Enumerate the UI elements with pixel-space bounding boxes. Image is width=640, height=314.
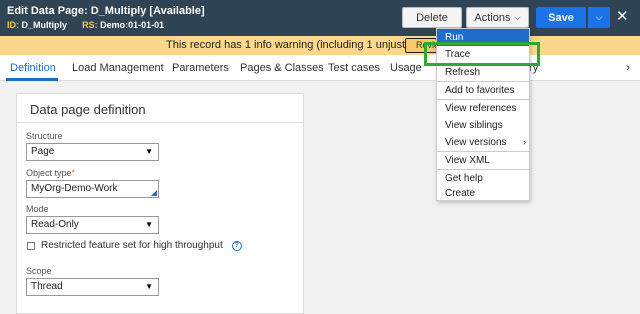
actions-button[interactable]: Actions ⌵ — [466, 7, 529, 28]
warning-text: This record has 1 info warning (includin… — [166, 39, 429, 51]
chevron-right-icon[interactable]: › — [626, 60, 630, 74]
structure-label: Structure — [26, 131, 63, 141]
record-subtitle: ID: D_Multiply RS: Demo:01-01-01 — [7, 20, 164, 30]
object-type-label: Object type* — [26, 168, 75, 178]
required-marker: * — [71, 168, 76, 178]
divider — [17, 122, 303, 123]
structure-value: Page — [31, 146, 55, 157]
actions-label: Actions — [474, 11, 511, 24]
structure-select[interactable]: Page ▼ — [26, 143, 159, 161]
active-tab-indicator — [6, 78, 58, 81]
tab-definition[interactable]: Definition — [10, 62, 56, 74]
restricted-feature-row: Restricted feature set for high throughp… — [27, 240, 242, 251]
dropdown-arrow-icon: ▼ — [145, 147, 153, 156]
rs-value: Demo:01-01-01 — [100, 20, 165, 30]
tab-pages-classes[interactable]: Pages & Classes — [240, 62, 324, 74]
trace-highlight-box — [424, 42, 540, 66]
rs-label: RS: — [82, 20, 98, 30]
data-page-definition-panel: Data page definition Structure Page ▼ Ob… — [16, 93, 304, 314]
warning-banner: This record has 1 info warning (includin… — [0, 36, 640, 55]
menu-item-view-versions[interactable]: View versions › — [437, 134, 529, 151]
restricted-feature-label: Restricted feature set for high throughp… — [41, 240, 223, 251]
tab-usage[interactable]: Usage — [390, 62, 422, 74]
tab-bar: Definition Load Management Parameters Pa… — [0, 55, 640, 81]
tab-test-cases[interactable]: Test cases — [328, 62, 380, 74]
menu-item-view-xml[interactable]: View XML — [437, 152, 529, 169]
menu-item-create[interactable]: Create — [437, 185, 529, 202]
chevron-right-icon: › — [523, 137, 526, 147]
scope-label: Scope — [26, 266, 52, 276]
id-label: ID: — [7, 20, 19, 30]
mode-select[interactable]: Read-Only ▼ — [26, 216, 159, 234]
dropdown-arrow-icon: ▼ — [145, 220, 153, 229]
panel-title: Data page definition — [30, 102, 146, 117]
menu-item-view-references[interactable]: View references — [437, 100, 529, 117]
chevron-down-icon: ⌵ — [514, 12, 521, 22]
tab-load-management[interactable]: Load Management — [72, 62, 164, 74]
tab-parameters[interactable]: Parameters — [172, 62, 229, 74]
page-title: Edit Data Page: D_Multiply [Available] — [7, 5, 205, 17]
help-icon[interactable]: ? — [231, 240, 242, 251]
menu-item-add-to-favorites[interactable]: Add to favorites — [437, 82, 529, 99]
object-type-label-text: Object type — [26, 168, 72, 178]
autocomplete-corner-icon — [151, 190, 157, 196]
menu-item-view-siblings[interactable]: View siblings — [437, 117, 529, 134]
close-icon[interactable]: ✕ — [616, 8, 629, 26]
scope-select[interactable]: Thread ▼ — [26, 278, 159, 296]
mode-label: Mode — [26, 204, 49, 214]
save-options-button[interactable]: ⌵ — [588, 7, 610, 28]
scope-value: Thread — [31, 281, 63, 292]
view-versions-label: View versions — [445, 137, 507, 148]
object-type-value: MyOrg-Demo-Work — [31, 183, 118, 194]
mode-value: Read-Only — [31, 219, 79, 230]
chevron-down-icon: ⌵ — [595, 12, 603, 22]
header-bar: Edit Data Page: D_Multiply [Available] I… — [0, 0, 640, 36]
save-button[interactable]: Save — [536, 7, 586, 28]
restricted-feature-checkbox[interactable] — [27, 241, 35, 250]
dropdown-arrow-icon: ▼ — [145, 282, 153, 291]
menu-item-refresh[interactable]: Refresh — [437, 64, 529, 81]
delete-button[interactable]: Delete — [402, 7, 462, 28]
id-value: D_Multiply — [21, 20, 68, 30]
object-type-input[interactable]: MyOrg-Demo-Work — [26, 180, 159, 198]
